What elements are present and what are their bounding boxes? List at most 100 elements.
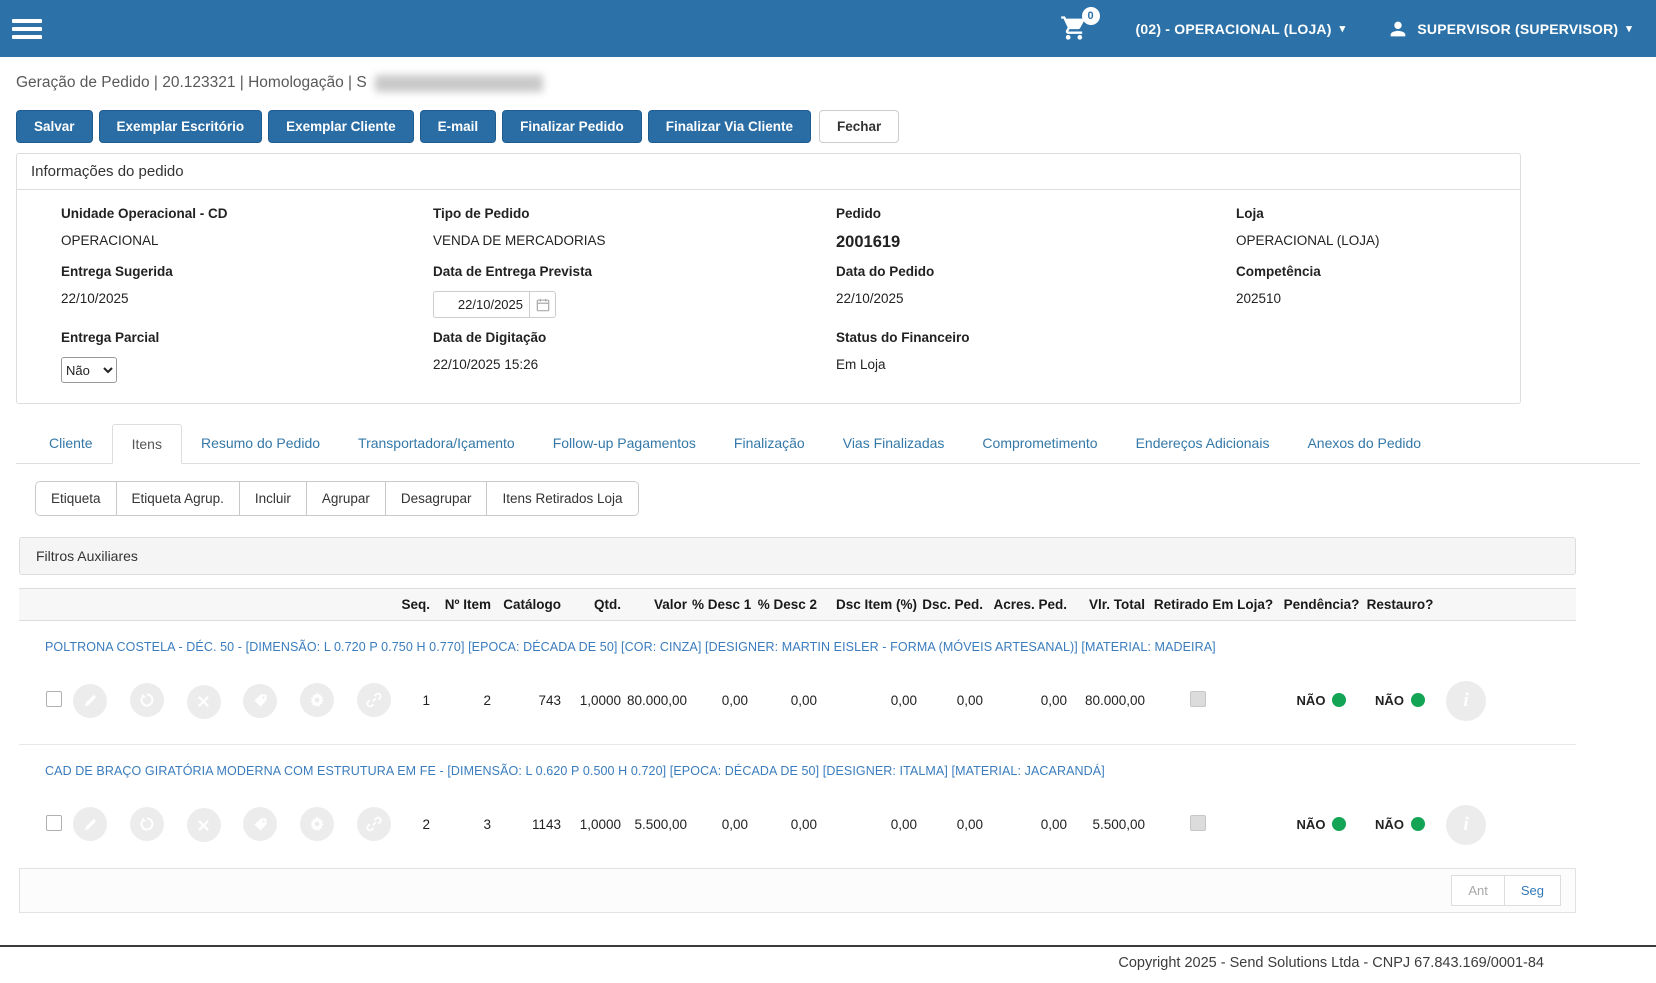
tab-comprometimento[interactable]: Comprometimento: [963, 424, 1116, 464]
remove-icon[interactable]: [186, 808, 221, 843]
chevron-down-icon: ▾: [1626, 23, 1632, 35]
table-row: POLTRONA COSTELA - DÉC. 50 - [DIMENSÃO: …: [19, 621, 1576, 659]
edit-icon[interactable]: [73, 683, 107, 718]
col-vlr-total: Vlr. Total: [1070, 588, 1148, 621]
field-partial-delivery: Entrega Parcial Não: [61, 318, 433, 383]
tab-resumo-do-pedido[interactable]: Resumo do Pedido: [182, 424, 339, 464]
agrupar-button[interactable]: Agrupar: [306, 482, 386, 515]
finalize-via-client-button[interactable]: Finalizar Via Cliente: [647, 110, 811, 143]
link-icon[interactable]: [356, 806, 391, 841]
office-copy-button[interactable]: Exemplar Escritório: [98, 110, 263, 143]
cell-desc1: 0,00: [721, 693, 748, 709]
status-dot-icon: [1332, 817, 1347, 831]
user-menu[interactable]: SUPERVISOR (SUPERVISOR) ▾: [1387, 18, 1632, 40]
finalize-order-button[interactable]: Finalizar Pedido: [502, 110, 642, 143]
col-pendencia: Pendência?: [1279, 588, 1364, 621]
tag-icon[interactable]: [243, 807, 278, 842]
cell-desc1: 0,00: [721, 817, 748, 832]
col-no-item: Nº Item: [433, 588, 494, 621]
email-button[interactable]: E-mail: [419, 110, 497, 143]
field-expected-delivery: Data de Entrega Prevista: [433, 252, 836, 318]
save-button[interactable]: Salvar: [16, 110, 93, 143]
cell-desc2: 0,00: [790, 693, 817, 709]
unit-selector-label: (02) - OPERACIONAL (LOJA): [1135, 20, 1332, 37]
field-financial-status: Status do Financeiro Em Loja: [836, 330, 970, 372]
cell-acres-ped: 0,00: [1040, 693, 1067, 709]
status-dot-icon: [1332, 693, 1347, 708]
field-order-number: Pedido 2001619: [836, 206, 901, 251]
filtros-auxiliares-panel[interactable]: Filtros Auxiliares: [19, 537, 1576, 575]
tab-transportadora-icamento[interactable]: Transportadora/Içamento: [339, 424, 534, 464]
remove-icon[interactable]: [186, 684, 221, 719]
calendar-icon[interactable]: [529, 291, 556, 318]
client-copy-button[interactable]: Exemplar Cliente: [268, 110, 414, 143]
topbar: 0 (02) - OPERACIONAL (LOJA) ▾ SUPERVISOR…: [0, 0, 1656, 57]
next-page-button[interactable]: Seg: [1503, 874, 1561, 906]
menu-icon[interactable]: [12, 15, 42, 43]
tag-icon[interactable]: [243, 683, 278, 718]
field-suggested-delivery: Entrega Sugerida 22/10/2025: [61, 264, 173, 306]
cell-acres-ped: 0,00: [1040, 817, 1067, 832]
redacted-text: [374, 74, 543, 92]
status-dot-icon: [1410, 817, 1425, 831]
info-icon[interactable]: i: [1446, 804, 1486, 845]
cell-vlr-total: 5.500,00: [1092, 817, 1145, 832]
order-tabs: Cliente Itens Resumo do Pedido Transport…: [16, 424, 1640, 464]
tab-vias-finalizadas[interactable]: Vias Finalizadas: [824, 424, 964, 464]
cell-dsc-item: 0,00: [890, 693, 917, 709]
col-restauro: Restauro?: [1364, 588, 1436, 621]
cell-dsc-item: 0,00: [890, 817, 917, 832]
col-dsc-ped: Dsc. Ped.: [920, 588, 986, 621]
filtros-auxiliares-title: Filtros Auxiliares: [36, 548, 138, 564]
row-checkbox[interactable]: [46, 691, 62, 708]
restauro-status: NÃO: [1375, 693, 1404, 709]
row-checkbox[interactable]: [46, 815, 62, 831]
gear-icon[interactable]: [300, 806, 335, 841]
table-header-row: Seq. Nº Item Catálogo Qtd. Valor % Desc …: [19, 588, 1576, 621]
pendencia-status: NÃO: [1296, 817, 1326, 832]
col-acres-ped: Acres. Ped.: [986, 588, 1070, 621]
col-catalogo: Catálogo: [494, 588, 564, 621]
cell-dsc-ped: 0,00: [956, 817, 983, 832]
item-description-link[interactable]: POLTRONA COSTELA - DÉC. 50 - [DIMENSÃO: …: [45, 640, 1216, 654]
cell-vlr-total: 80.000,00: [1084, 693, 1145, 709]
edit-icon[interactable]: [73, 807, 107, 842]
retirado-checkbox: [1190, 815, 1206, 831]
retirado-checkbox: [1190, 691, 1206, 708]
history-icon[interactable]: [129, 806, 164, 841]
field-competence: Competência 202510: [1236, 264, 1321, 306]
itens-retirados-loja-button[interactable]: Itens Retirados Loja: [487, 482, 638, 515]
link-icon[interactable]: [356, 683, 391, 717]
tab-follow-up-pagamentos[interactable]: Follow-up Pagamentos: [534, 424, 715, 464]
partial-delivery-select[interactable]: Não: [61, 357, 117, 383]
previous-page-button[interactable]: Ant: [1451, 874, 1504, 906]
table-row: CAD DE BRAÇO GIRATÓRIA MODERNA COM ESTRU…: [19, 743, 1576, 782]
tab-itens[interactable]: Itens: [111, 424, 182, 464]
field-typing-date: Data de Digitação 22/10/2025 15:26: [433, 330, 547, 372]
etiqueta-agrup-button[interactable]: Etiqueta Agrup.: [116, 482, 240, 515]
desagrupar-button[interactable]: Desagrupar: [385, 482, 488, 515]
cell-valor: 5.500,00: [634, 817, 687, 832]
tab-cliente[interactable]: Cliente: [30, 424, 112, 464]
cell-valor: 80.000,00: [626, 693, 687, 709]
info-icon[interactable]: i: [1446, 680, 1486, 721]
tab-anexos-do-pedido[interactable]: Anexos do Pedido: [1288, 424, 1440, 464]
expected-delivery-input[interactable]: [433, 291, 529, 318]
pagination: Ant Seg: [19, 867, 1576, 913]
item-description-link[interactable]: CAD DE BRAÇO GIRATÓRIA MODERNA COM ESTRU…: [45, 764, 1105, 778]
cart-button[interactable]: 0: [1060, 6, 1100, 44]
incluir-button[interactable]: Incluir: [239, 482, 307, 515]
tab-finalizacao[interactable]: Finalização: [715, 424, 824, 464]
field-order-type: Tipo de Pedido VENDA DE MERCADORIAS: [433, 206, 606, 248]
field-operational-unit: Unidade Operacional - CD OPERACIONAL: [61, 206, 228, 248]
user-icon: [1387, 18, 1409, 40]
gear-icon[interactable]: [300, 683, 335, 717]
history-icon[interactable]: [129, 683, 164, 717]
tab-enderecos-adicionais[interactable]: Endereços Adicionais: [1117, 424, 1289, 464]
field-order-date: Data do Pedido 22/10/2025: [836, 264, 935, 306]
field-store: Loja OPERACIONAL (LOJA): [1236, 206, 1380, 248]
close-button[interactable]: Fechar: [819, 110, 900, 143]
copyright-text: Copyright 2025 - Send Solutions Ltda - C…: [1118, 954, 1544, 971]
unit-selector[interactable]: (02) - OPERACIONAL (LOJA) ▾: [1136, 21, 1346, 37]
etiqueta-button[interactable]: Etiqueta: [36, 482, 117, 515]
